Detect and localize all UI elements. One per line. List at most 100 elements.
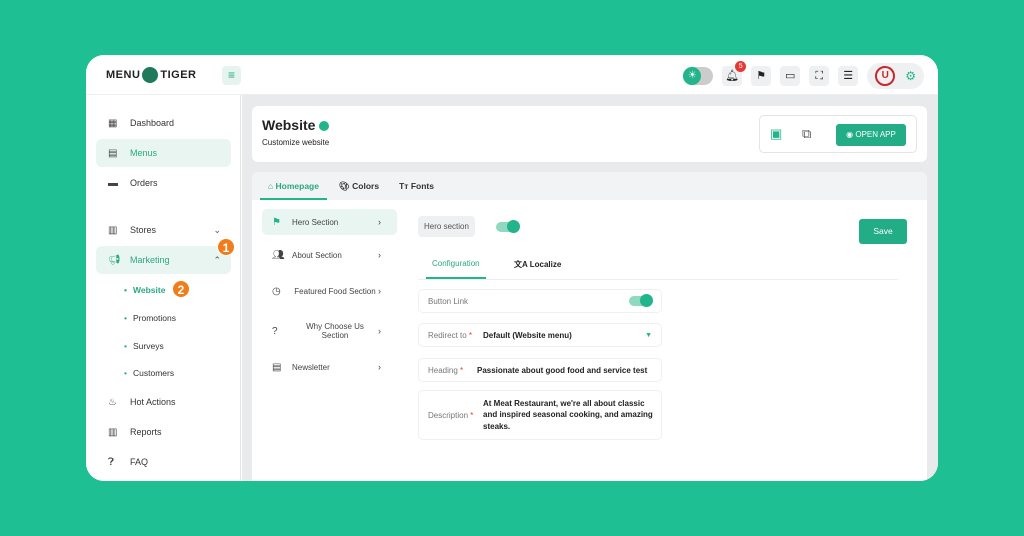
sidebar-item-hot-actions[interactable]: ♨ Hot Actions — [96, 388, 231, 416]
question-icon: ? — [272, 325, 278, 337]
redirect-value: Default (Website menu) — [483, 330, 572, 340]
sidebar-subitem-website[interactable]: Website — [124, 285, 165, 295]
chevron-right-icon: › — [378, 217, 381, 227]
sun-icon: ☀ — [683, 67, 702, 85]
palette-icon: 🎨︎ — [338, 181, 350, 191]
subtab-label: Localize — [529, 260, 562, 269]
qr-code-icon[interactable]: ▣ — [770, 126, 782, 142]
page-actions: ▣ ⧉ ◉ OPEN APP — [759, 115, 917, 153]
sidebar-item-stores[interactable]: ▥ Stores ⌄ — [96, 216, 231, 244]
dashboard-icon: ▦ — [108, 117, 118, 129]
page-title: Website — [262, 117, 330, 133]
sidebar: ▦ Dashboard ▤ Menus ▬ Orders ▥ Stores ⌄ 📢︎ Mar… — [86, 95, 241, 481]
step-marker-2: 2 — [172, 280, 190, 298]
save-button[interactable]: Save — [859, 219, 907, 244]
open-app-button[interactable]: ◉ OPEN APP — [836, 124, 906, 146]
sidebar-item-label: Dashboard — [130, 118, 175, 128]
app-window: MENU TIGER ≡ ☀ 🔔︎ 5 ⚑ ▭ ⛶ ☰ U ⚙ ▦ Dashboard … — [86, 55, 938, 481]
heading-label: Heading — [428, 365, 458, 375]
chevron-right-icon: › — [378, 286, 381, 296]
section-about[interactable]: 👥︎ About Section › — [262, 242, 397, 268]
sidebar-item-menus[interactable]: ▤ Menus — [96, 139, 231, 167]
heading-value: Passionate about good food and service t… — [477, 365, 648, 375]
chevron-right-icon: › — [378, 362, 381, 372]
redirect-select[interactable]: Redirect to * Default (Website menu) ▼ — [418, 323, 662, 347]
redirect-label: Redirect to — [428, 330, 467, 340]
chevron-right-icon: › — [378, 326, 381, 336]
tiger-logo-icon — [142, 67, 159, 83]
translate-icon: 文A — [514, 260, 528, 269]
open-app-label: OPEN APP — [855, 130, 896, 139]
sidebar-subitem-promotions[interactable]: Promotions — [124, 313, 176, 323]
chevron-down-icon: ⌄ — [213, 224, 221, 235]
sidebar-item-dashboard[interactable]: ▦ Dashboard — [96, 109, 231, 137]
sidebar-item-label: Hot Actions — [130, 397, 176, 407]
tab-label: Colors — [352, 181, 380, 191]
devices-icon[interactable]: ▭ — [780, 66, 801, 86]
flag-icon[interactable]: ⚑ — [751, 66, 772, 86]
top-bar: MENU TIGER ≡ ☀ 🔔︎ 5 ⚑ ▭ ⛶ ☰ U ⚙ — [86, 55, 938, 95]
chevron-up-icon: ⌃ — [213, 254, 221, 265]
section-label: Hero Section — [292, 217, 339, 227]
subtab-configuration[interactable]: Configuration — [426, 253, 486, 279]
megaphone-icon: 📢︎ — [108, 254, 121, 266]
flag-icon: ⚑ — [272, 216, 281, 228]
gear-icon[interactable]: ⚙ — [905, 69, 916, 83]
tab-colors[interactable]: 🎨︎ Colors — [331, 172, 387, 200]
verified-icon — [319, 121, 330, 132]
sidebar-item-faq[interactable]: ❓︎ FAQ — [96, 448, 231, 476]
sidebar-subitem-surveys[interactable]: Surveys — [124, 341, 164, 351]
notes-icon[interactable]: ☰ — [838, 66, 859, 86]
sidebar-item-orders[interactable]: ▬ Orders — [96, 169, 231, 197]
description-label: Description — [428, 410, 469, 420]
page-title-text: Website — [262, 117, 316, 133]
step-marker-1: 1 — [217, 238, 235, 256]
sidebar-item-label: Reports — [130, 427, 162, 437]
section-hero[interactable]: ⚑ Hero Section › — [262, 209, 397, 235]
logo[interactable]: MENU TIGER — [106, 67, 197, 83]
main-content: Website Customize website ▣ ⧉ ◉ OPEN APP… — [242, 95, 938, 481]
subtab-localize[interactable]: 文A Localize — [508, 253, 567, 276]
section-featured-food[interactable]: ◷ Featured Food Section › — [262, 276, 397, 306]
menu-toggle-icon[interactable]: ≡ — [222, 66, 241, 85]
font-size-icon: Tт — [399, 181, 409, 191]
fullscreen-icon[interactable]: ⛶ — [809, 66, 830, 86]
orders-icon: ▬ — [108, 177, 118, 189]
notification-badge: 5 — [735, 61, 747, 72]
theme-toggle[interactable]: ☀ — [683, 67, 714, 85]
sidebar-item-label: Stores — [130, 225, 157, 235]
button-link-label: Button Link — [428, 296, 469, 306]
hero-section-toggle[interactable] — [496, 220, 520, 233]
section-label: About Section — [292, 250, 342, 260]
description-value: At Meat Restaurant, we're all about clas… — [483, 398, 653, 431]
tab-fonts[interactable]: Tт Fonts — [391, 172, 442, 200]
section-label: Why Choose Us Section — [306, 322, 364, 340]
section-label: Newsletter — [292, 362, 330, 372]
section-newsletter[interactable]: ▤ Newsletter › — [262, 354, 397, 380]
page-header: Website Customize website ▣ ⧉ ◉ OPEN APP — [252, 106, 927, 162]
profile-menu[interactable]: U ⚙ — [867, 63, 924, 89]
newsletter-icon: ▤ — [272, 361, 282, 373]
sidebar-item-label: Orders — [130, 178, 158, 188]
sidebar-item-reports[interactable]: ▥ Reports — [96, 418, 231, 446]
tab-label: Fonts — [410, 181, 434, 191]
sidebar-item-label: Menus — [130, 148, 158, 158]
bell-icon[interactable]: 🔔︎ 5 — [722, 61, 747, 86]
menu-icon: ▤ — [108, 147, 118, 159]
editor-card: ⌂ Homepage 🎨︎ Colors Tт Fonts ⚑ Hero Sect… — [252, 172, 927, 481]
clock-icon: ◷ — [272, 285, 281, 297]
copy-icon[interactable]: ⧉ — [802, 126, 811, 142]
section-why-choose-us[interactable]: ? Why Choose Us Section › — [262, 316, 397, 346]
description-input[interactable]: Description * At Meat Restaurant, we're a… — [418, 390, 662, 440]
button-link-toggle[interactable] — [629, 294, 653, 307]
heading-input[interactable]: Heading * Passionate about good food and … — [418, 358, 662, 382]
sidebar-subitem-customers[interactable]: Customers — [124, 368, 174, 378]
chevron-right-icon: › — [378, 250, 381, 260]
section-label: Featured Food Section — [294, 286, 376, 296]
sidebar-item-marketing[interactable]: 📢︎ Marketing ⌃ — [96, 246, 231, 274]
caret-down-icon: ▼ — [645, 331, 652, 339]
avatar: U — [875, 66, 896, 86]
tab-label: Homepage — [275, 181, 319, 191]
reports-icon: ▥ — [108, 426, 118, 438]
tab-homepage[interactable]: ⌂ Homepage — [260, 172, 327, 200]
